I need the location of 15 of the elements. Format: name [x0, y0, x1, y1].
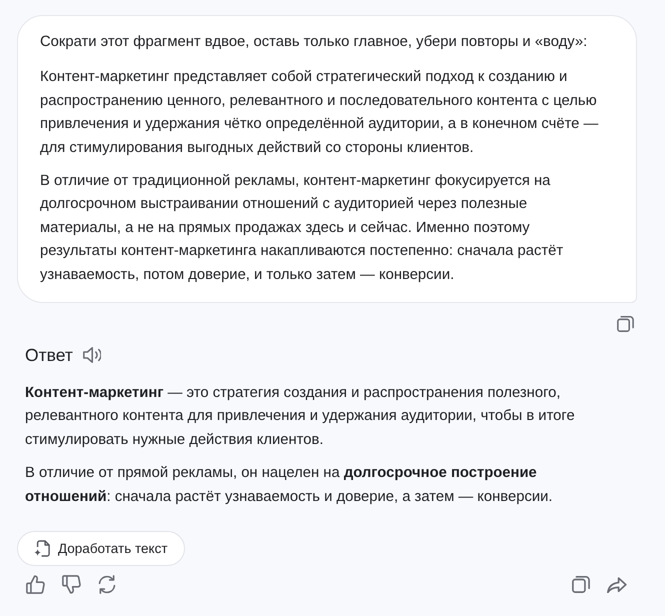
thumbs-down-icon[interactable]: [62, 575, 81, 594]
copy-icon[interactable]: [572, 576, 590, 594]
copy-icon[interactable]: [617, 316, 634, 332]
answer-paragraph: Контент-маркетинг — это стратегия создания и распространения полезного, релевантного контента для привлечения и удержания аудитории, чтобы в итоге стимулировать нужные действия клиентов.: [25, 384, 576, 450]
answer-title: Ответ: [25, 344, 73, 368]
refresh-icon[interactable]: [98, 575, 116, 594]
prompt-paragraph: В отличие от традиционной рекламы, контент-маркетинг фокусируется на долгосрочном выстраивании отношений с аудиторией через полезные материалы, а не на прямых продажах здесь и сейчас. Именно поэтому результаты контент-маркетинга накапливаются постепенно: сначала растёт узнаваемость, потом доверие, и только затем — конверсии.: [40, 172, 564, 285]
prompt-paragraph: Контент-маркетинг представляет собой стратегический подход к созданию и распространению ценного, релевантного и последовательного контента с целью привлечения и удержания чётко определённой аудитории, а в конечном счёте — для стимулирования выгодных действий со стороны клиентов.: [40, 68, 600, 158]
share-arrow-icon[interactable]: [607, 576, 627, 593]
answer-paragraph: В отличие от прямой рекламы, он нацелен на долгосрочное построение отношений: сначала растёт узнаваемость и доверие, а затем — конверсии.: [25, 464, 554, 507]
thumbs-up-icon[interactable]: [26, 575, 45, 594]
improve-text-button[interactable]: Доработать текст: [17, 531, 185, 566]
prompt-paragraph: Сократи этот фрагмент вдвое, оставь только главное, убери повторы и «воду»:: [40, 33, 588, 52]
speaker-icon[interactable]: [82, 347, 101, 364]
document-sparkle-icon: [34, 540, 50, 558]
